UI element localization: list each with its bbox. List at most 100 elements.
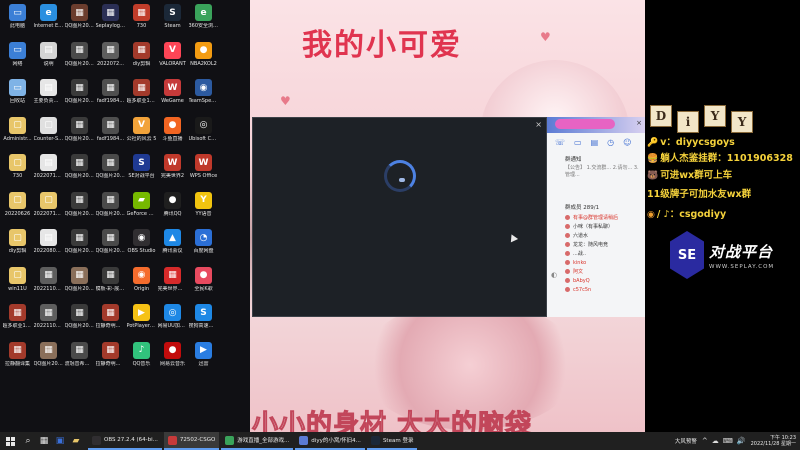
desktop-icon[interactable]: ◉ TeamSpeak 3 [188, 77, 219, 115]
tray-icon[interactable]: 🔊 [737, 437, 746, 445]
desktop-icon[interactable]: ▦ Seplaylogo_直播推荐 [95, 2, 126, 40]
desktop-icon[interactable]: ▦QQ图片20220712... [95, 227, 126, 265]
desktop-icon[interactable]: ▦ 730 [126, 2, 157, 40]
qq-member-row[interactable]: 有事@群管理请稍后 [547, 213, 645, 222]
desktop-icon[interactable]: ▦ QQ图片20220717... [64, 2, 95, 40]
desktop-icon[interactable]: ▢ win11U [2, 265, 33, 303]
desktop-icon[interactable]: ▦QQ图片20220625... [33, 340, 64, 378]
pinned-app-icon[interactable]: ▣ [52, 432, 68, 450]
desktop-icon[interactable]: ▦QQ图片20220823... [64, 115, 95, 153]
qq-member-row[interactable]: 阿文 [547, 267, 645, 276]
desktop-icon[interactable]: W WPS Office [188, 152, 219, 190]
desktop-icon[interactable]: ◎Ubisoft Connect [188, 115, 219, 153]
desktop-icon[interactable]: ▦QQ图片20220712... [95, 190, 126, 228]
desktop-icon[interactable]: ▦流氓音希望电视... [64, 340, 95, 378]
desktop-icon[interactable]: ▦拉静奇明晨风集... [95, 302, 126, 340]
qq-member-row[interactable]: c57c5n [547, 285, 645, 294]
desktop-icon[interactable]: ▶ 迅雷 [188, 340, 219, 378]
desktop-icon[interactable]: ▤ 主要负责人登记表(1) [33, 77, 64, 115]
taskbar-app-button[interactable]: 游戏直播_全部游戏... [221, 432, 294, 450]
desktop-icon[interactable]: ● 网易云音乐 [157, 340, 188, 378]
desktop-icon[interactable]: ▦ 拉静翻译集 [2, 340, 33, 378]
desktop-icon[interactable]: ▤ 说明 [33, 40, 64, 78]
tray-icon[interactable]: ^ [702, 437, 708, 445]
desktop-icon[interactable]: ▲ 腾讯会议 [157, 227, 188, 265]
desktop-icon[interactable]: ▰GeForce Experience [126, 190, 157, 228]
desktop-icon[interactable]: W WeGame [157, 77, 188, 115]
desktop-icon[interactable]: ▦ 超多职业154懒人包 [2, 302, 33, 340]
desktop-icon[interactable]: ▦ fadf1984... [95, 115, 126, 153]
desktop-icon[interactable]: ▦ 2022072... [95, 40, 126, 78]
desktop-icon[interactable]: ▦ QQ图片20221107... [64, 302, 95, 340]
desktop-icon[interactable]: ▦ diy剪辑 [126, 40, 157, 78]
desktop-icon[interactable]: Y YY语音 [188, 190, 219, 228]
qq-member-row[interactable]: kinko [547, 258, 645, 267]
desktop-icon[interactable]: ▦ 20221104... [33, 265, 64, 303]
taskbar-app-button[interactable]: Steam 登录 [366, 432, 418, 450]
desktop-icon[interactable]: ▢ Administr... [2, 115, 33, 153]
desktop-icon[interactable]: ▢ 20220711... [33, 190, 64, 228]
qq-toolbar-icon[interactable]: ◷ [607, 138, 614, 147]
clock[interactable]: 下午 10:23 2022/11/28 星期一 [751, 435, 796, 447]
desktop-icon[interactable]: ◔ 百度网盘 [188, 227, 219, 265]
desktop-icon[interactable]: ▤ 20220711... [33, 152, 64, 190]
desktop-icon[interactable]: ▦QQ图片20220906... [64, 190, 95, 228]
qq-member-row[interactable]: 小咪（有事私聊） [547, 222, 645, 231]
desktop-icon[interactable]: S Steam [157, 2, 188, 40]
desktop-icon[interactable]: V 公社的风云 5 [126, 115, 157, 153]
desktop-icon[interactable]: ▦拉静奇明晨风集... [95, 340, 126, 378]
desktop-icon[interactable]: ▢Counter-S... Global Off... [33, 115, 64, 153]
desktop-icon[interactable]: ● 斗鱼直播 [157, 115, 188, 153]
desktop-icon[interactable]: ▦QQ图片20220712... [95, 152, 126, 190]
qq-member-row[interactable]: bAbyQ [547, 276, 645, 285]
desktop-icon[interactable]: ♪ QQ音乐 [126, 340, 157, 378]
taskbar-app-button[interactable]: diyy的小窝/怀旧4... [295, 432, 365, 450]
desktop-icon[interactable]: ▦QQ图片20220714... [64, 40, 95, 78]
desktop-icon[interactable]: ▭ 此电脑 [2, 2, 33, 40]
desktop-icon[interactable]: ▦QQ图片20221021... [64, 265, 95, 303]
desktop-icon[interactable]: e Internet Explorer [33, 2, 64, 40]
desktop-icon[interactable]: ▢ 730 [2, 152, 33, 190]
close-icon[interactable]: × [636, 119, 642, 127]
desktop-icon[interactable]: S SE对战平台 [126, 152, 157, 190]
desktop-icon[interactable]: ▦ fadf1984... [95, 77, 126, 115]
desktop-icon[interactable]: ▦ 超多职业154懒人包 [126, 77, 157, 115]
desktop-icon[interactable]: ▦ 20221107... [33, 302, 64, 340]
desktop-icon[interactable]: ▶ PotPlayer 64 bit [126, 302, 157, 340]
desktop-icon[interactable]: e 360安全浏览器 [188, 2, 219, 40]
pinned-app-icon[interactable]: ⌕ [20, 432, 36, 450]
qq-member-row[interactable]: 六道水 [547, 231, 645, 240]
desktop-icon[interactable]: ▦QQ图片20220906... [64, 227, 95, 265]
pinned-app-icon[interactable]: ▦ [36, 432, 52, 450]
desktop-icon[interactable]: ▦模板-彩-展出(1) [95, 265, 126, 303]
qq-toolbar-icon[interactable]: ▤ [591, 138, 599, 147]
desktop-icon[interactable]: ◎ 网易UU加速器 [157, 302, 188, 340]
pinned-app-icon[interactable]: ▰ [68, 432, 84, 450]
desktop-icon[interactable]: ◉ Origin [126, 265, 157, 303]
qq-toolbar-icon[interactable]: ☏ [555, 138, 565, 147]
taskbar-app-button[interactable]: OBS 27.2.4 (64-bi... [88, 432, 162, 450]
loading-window[interactable]: × [252, 117, 547, 317]
desktop-icon[interactable]: ▭ 网络 [2, 40, 33, 78]
qq-toolbar-icon[interactable]: ▭ [574, 138, 582, 147]
tray-icon[interactable]: ☁ [712, 437, 719, 445]
close-icon[interactable]: × [535, 120, 542, 129]
desktop-icon[interactable]: S 搜狗高速浏览器 [188, 302, 219, 340]
qq-member-row[interactable]: ...战.. [547, 249, 645, 258]
tray-icon[interactable]: ⌨ [723, 437, 733, 445]
weather-alert[interactable]: 大风预警 [675, 437, 697, 445]
start-button[interactable] [0, 432, 20, 450]
taskbar-app-button[interactable]: 72502-CSGO [163, 432, 220, 450]
desktop-icon[interactable]: ▭ 回收站 [2, 77, 33, 115]
desktop-icon[interactable]: ▤ 20220804... [33, 227, 64, 265]
desktop-icon[interactable]: ▦完美世界竞技平台 [157, 265, 188, 303]
desktop-icon[interactable]: ● 全民K歌 [188, 265, 219, 303]
desktop-icon[interactable]: V VALORANT [157, 40, 188, 78]
expand-icon[interactable]: ◐ [551, 271, 557, 279]
qq-toolbar-icon[interactable]: ☺ [623, 138, 631, 147]
qq-member-row[interactable]: 龙龙：随风电竞 [547, 240, 645, 249]
desktop-icon[interactable]: ◉ OBS Studio [126, 227, 157, 265]
desktop-icon[interactable]: ● 腾讯QQ [157, 190, 188, 228]
desktop-icon[interactable]: ▦ QQ图片20220713... [64, 77, 95, 115]
desktop-icon[interactable]: W 完美世界2 [157, 152, 188, 190]
